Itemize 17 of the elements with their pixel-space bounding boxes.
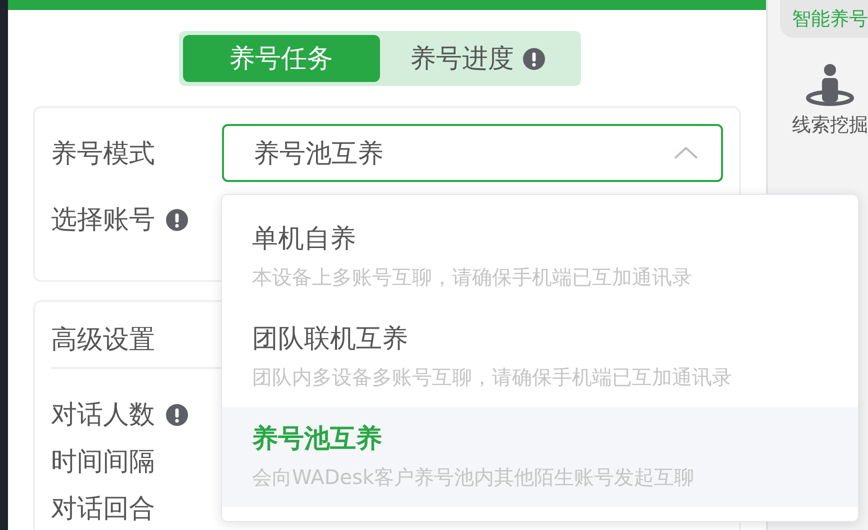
option-title: 养号池互养 [252,423,382,456]
field-label: 对话人数 [51,399,155,432]
sidebar-item[interactable]: 线索挖掘 [792,64,868,138]
option-description: 本设备上多账号互聊，请确保手机端已互加通讯录 [252,264,692,291]
field-label: 选择账号 [51,204,155,237]
person-icon [805,64,855,106]
option-title: 单机自养 [252,223,356,256]
field-label: 对话回合 [51,493,155,526]
dropdown-option[interactable]: 单机自养 本设备上多账号互聊，请确保手机端已互加通讯录 [222,207,858,307]
caret-up-icon [673,146,699,160]
mode-select[interactable]: 养号池互养 [222,124,723,182]
tab[interactable]: 养号进度 [380,35,576,82]
field-label: 时间间隔 [51,446,155,479]
field-label: 养号模式 [51,138,155,170]
dropdown-option[interactable]: 团队联机互养 团队内多设备多账号互聊，请确保手机端已互加通讯录 [222,307,858,407]
option-title: 团队联机互养 [252,323,408,356]
option-description: 团队内多设备多账号互聊，请确保手机端已互加通讯录 [252,364,732,391]
